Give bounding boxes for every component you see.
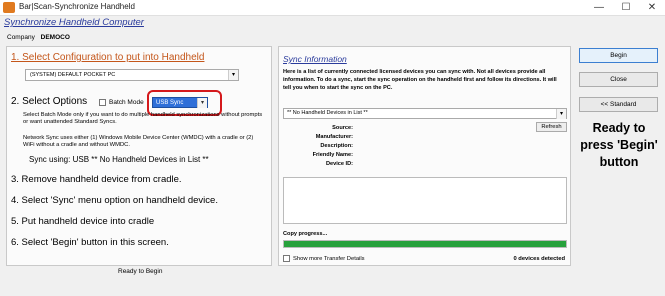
sync-information-title: Sync Information [283,54,347,64]
show-more-option[interactable]: Show more Transfer Details [283,255,365,262]
friendly-name-label: Friendly Name: [312,152,353,158]
maximize-button[interactable]: ☐ [613,0,639,15]
source-label: Source: [332,125,353,131]
company-value: DEMOCO [40,34,70,41]
chevron-down-icon: ▾ [556,109,566,119]
batch-mode-label: Batch Mode [109,99,144,106]
ready-hint-line2: press 'Begin' [580,138,658,152]
configuration-value: (SYSTEM) DEFAULT POCKET PC [30,72,116,78]
page-title: Synchronize Handheld Computer [4,17,144,28]
batch-mode-checkbox[interactable] [99,99,106,106]
close-window-button[interactable]: ✕ [639,0,665,15]
transfer-log[interactable] [283,177,567,224]
show-more-label: Show more Transfer Details [293,255,365,262]
progress-fill [284,241,566,247]
device-select-value: ** No Handheld Devices in List ** [287,110,368,116]
configuration-select[interactable]: (SYSTEM) DEFAULT POCKET PC ▾ [25,69,239,81]
copy-progress-bar [283,240,567,248]
sync-using-status: Sync using: USB ** No Handheld Devices i… [29,155,209,164]
close-button[interactable]: Close [579,72,658,87]
app-icon [3,2,15,13]
begin-button[interactable]: Begin [579,48,658,63]
ready-hint-line1: Ready to [592,121,646,135]
chevron-down-icon: ▾ [228,70,238,80]
batch-mode-option[interactable]: Batch Mode [99,99,144,106]
title-bar: Bar|Scan-Synchronize Handheld — ☐ ✕ [0,0,665,16]
step2-title: 2. Select Options [11,96,88,107]
step6-text: 6. Select 'Begin' button in this screen. [11,237,169,248]
ready-hint: Ready to press 'Begin' button [574,120,664,171]
step5-text: 5. Put handheld device into cradle [11,216,155,227]
status-text: Ready to Begin [118,268,163,275]
copy-progress-label: Copy progress... [283,231,328,237]
sync-description: Here is a list of currently connected li… [283,69,557,91]
description-label: Description: [320,143,353,149]
batch-mode-help: Select Batch Mode only if you want to do… [23,112,263,125]
network-sync-help: Network Sync uses either (1) Windows Mob… [23,135,254,148]
refresh-button[interactable]: Refresh [536,122,567,132]
sync-information-panel: Sync Information Here is a list of curre… [278,46,571,266]
step4-text: 4. Select 'Sync' menu option on handheld… [11,195,218,206]
ready-hint-line3: button [599,155,639,169]
manufacturer-label: Manufacturer: [315,134,353,140]
step1-title: 1. Select Configuration to put into Hand… [11,52,205,63]
device-select[interactable]: ** No Handheld Devices in List ** ▾ [283,108,567,119]
devices-detected-count: 0 devices detected [513,256,565,262]
company-row: Company DEMOCO [7,34,70,41]
window-title: Bar|Scan-Synchronize Handheld [19,2,135,11]
instructions-panel: 1. Select Configuration to put into Hand… [6,46,272,266]
standard-button[interactable]: << Standard [579,97,658,112]
step3-text: 3. Remove handheld device from cradle. [11,174,182,185]
device-id-label: Device ID: [325,161,353,167]
company-label: Company [7,34,35,41]
minimize-button[interactable]: — [586,0,612,15]
show-more-checkbox[interactable] [283,255,290,262]
